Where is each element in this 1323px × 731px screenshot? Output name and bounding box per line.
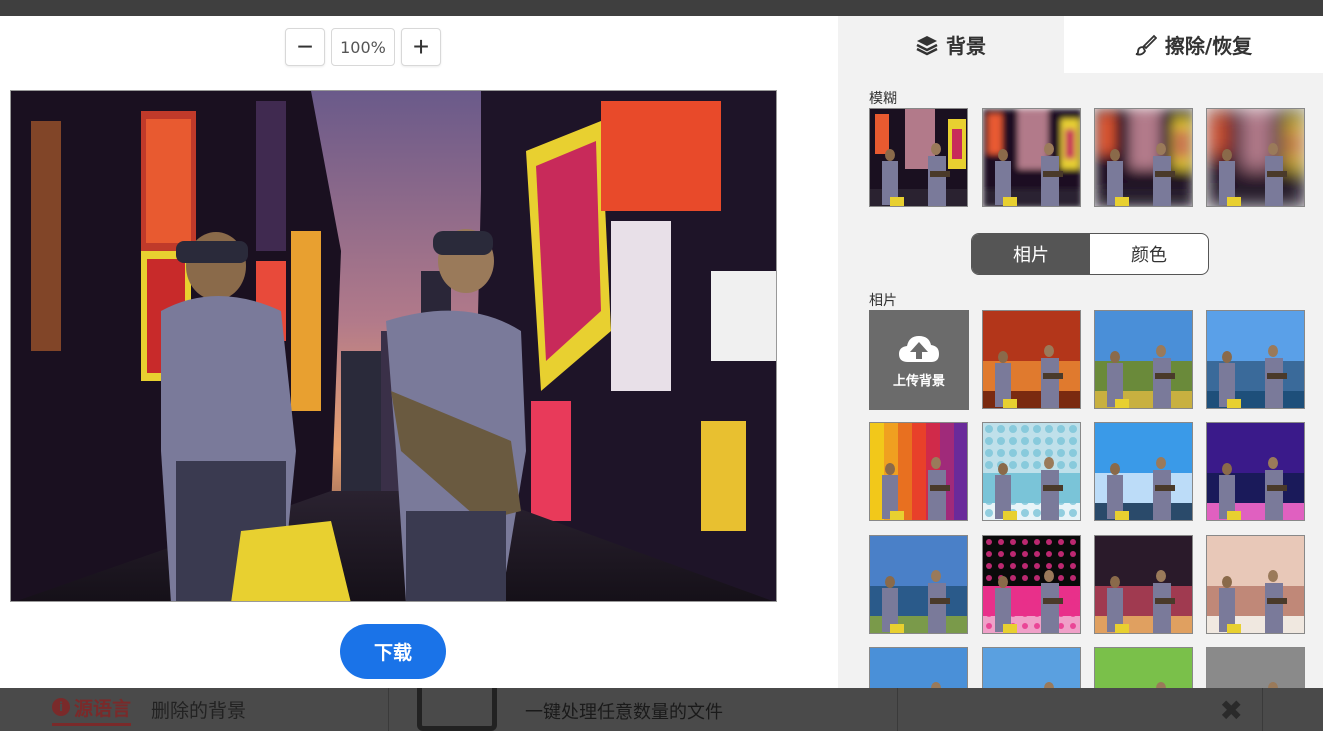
blur-thumbnail (983, 109, 1080, 206)
layers-icon (916, 35, 938, 55)
tab-background[interactable]: 背景 (838, 16, 1064, 73)
background-option-sunset-clouds[interactable] (1206, 535, 1305, 634)
toggle-photo[interactable]: 相片 (972, 234, 1090, 274)
background-option-lake-mountains[interactable] (869, 535, 968, 634)
background-option-pink-dots[interactable] (982, 535, 1081, 634)
background-divider (1262, 688, 1263, 731)
background-thumbnail (1207, 536, 1304, 633)
background-type-toggle: 相片 颜色 (971, 233, 1209, 275)
background-option-neon-street[interactable] (1094, 535, 1193, 634)
background-thumbnail (1207, 648, 1304, 688)
background-thumbnail (983, 311, 1080, 408)
background-option-bokeh[interactable] (982, 422, 1081, 521)
tab-erase-restore-label: 擦除/恢复 (1164, 34, 1253, 58)
background-thumbnail (870, 536, 967, 633)
brush-icon (1135, 34, 1157, 55)
upload-background-button[interactable]: 上传背景 (869, 310, 969, 410)
editor-modal: − 100% + 下载 背景 擦除/恢复 模糊 相片 颜色 相片 上传背景 (0, 16, 1323, 688)
panel-tabs: 背景 擦除/恢复 (838, 16, 1323, 73)
background-option-city-buildings[interactable] (1206, 647, 1305, 688)
info-icon: i (52, 698, 70, 716)
options-panel: 背景 擦除/恢复 模糊 相片 颜色 相片 上传背景 (838, 16, 1323, 688)
toggle-color[interactable]: 颜色 (1090, 234, 1208, 274)
blur-section-label: 模糊 (869, 91, 897, 107)
background-thumbnail (1207, 423, 1304, 520)
source-language-tab: i 源语言 (52, 694, 132, 726)
background-thumbnail (983, 648, 1080, 688)
background-close-icon: ✖ (1219, 694, 1243, 727)
batch-icon (417, 688, 497, 731)
blur-option-0[interactable] (869, 108, 968, 207)
background-feature-card: 一键处理任意数量的文件 (388, 688, 898, 731)
background-thumbnail (1095, 423, 1192, 520)
background-thumbnail (1207, 311, 1304, 408)
background-page-strip: i 源语言 删除的背景 一键处理任意数量的文件 ✖ (0, 688, 1323, 731)
blur-option-1[interactable] (982, 108, 1081, 207)
zoom-level: 100% (331, 28, 395, 66)
background-thumbnail (1095, 311, 1192, 408)
background-thumbnail (983, 536, 1080, 633)
background-option-blue-sky[interactable] (869, 647, 968, 688)
background-option-autumn-forest[interactable] (982, 310, 1081, 409)
zoom-out-button[interactable]: − (285, 28, 325, 66)
batch-text: 一键处理任意数量的文件 (525, 702, 723, 723)
background-thumbnail (983, 423, 1080, 520)
background-option-mountain-meadow[interactable] (1094, 310, 1193, 409)
removed-background-tab: 删除的背景 (151, 700, 247, 722)
background-thumbnail (1095, 648, 1192, 688)
background-thumbnail (870, 648, 967, 688)
background-topbar (0, 0, 1323, 16)
background-option-city-lake[interactable] (1206, 310, 1305, 409)
preview-canvas[interactable] (10, 90, 777, 602)
background-option-colorful-balls[interactable] (1094, 647, 1193, 688)
background-option-golden-gate[interactable] (982, 647, 1081, 688)
background-thumbnail (1095, 536, 1192, 633)
upload-background-label: 上传背景 (892, 373, 945, 389)
download-button[interactable]: 下载 (340, 624, 446, 679)
blur-thumbnail (1207, 109, 1304, 206)
cloud-upload-icon (899, 335, 939, 362)
background-option-shanghai-skyline[interactable] (1094, 422, 1193, 521)
source-language-label: 源语言 (74, 697, 132, 720)
preview-pane: − 100% + 下载 (0, 16, 838, 688)
preview-image (11, 91, 776, 601)
blur-option-2[interactable] (1094, 108, 1193, 207)
background-tabs: i 源语言 删除的背景 (52, 688, 246, 731)
background-thumbnail (870, 423, 967, 520)
zoom-controls: − 100% + (285, 28, 441, 66)
background-option-purple-night[interactable] (1206, 422, 1305, 521)
blur-option-3[interactable] (1206, 108, 1305, 207)
tab-erase-restore[interactable]: 擦除/恢复 (1064, 16, 1323, 73)
blur-thumbnail (1095, 109, 1192, 206)
photo-section-label: 相片 (869, 293, 897, 309)
zoom-in-button[interactable]: + (401, 28, 441, 66)
tab-background-label: 背景 (946, 34, 986, 58)
background-option-rainbow-stripes[interactable] (869, 422, 968, 521)
blur-thumbnail (870, 109, 967, 206)
